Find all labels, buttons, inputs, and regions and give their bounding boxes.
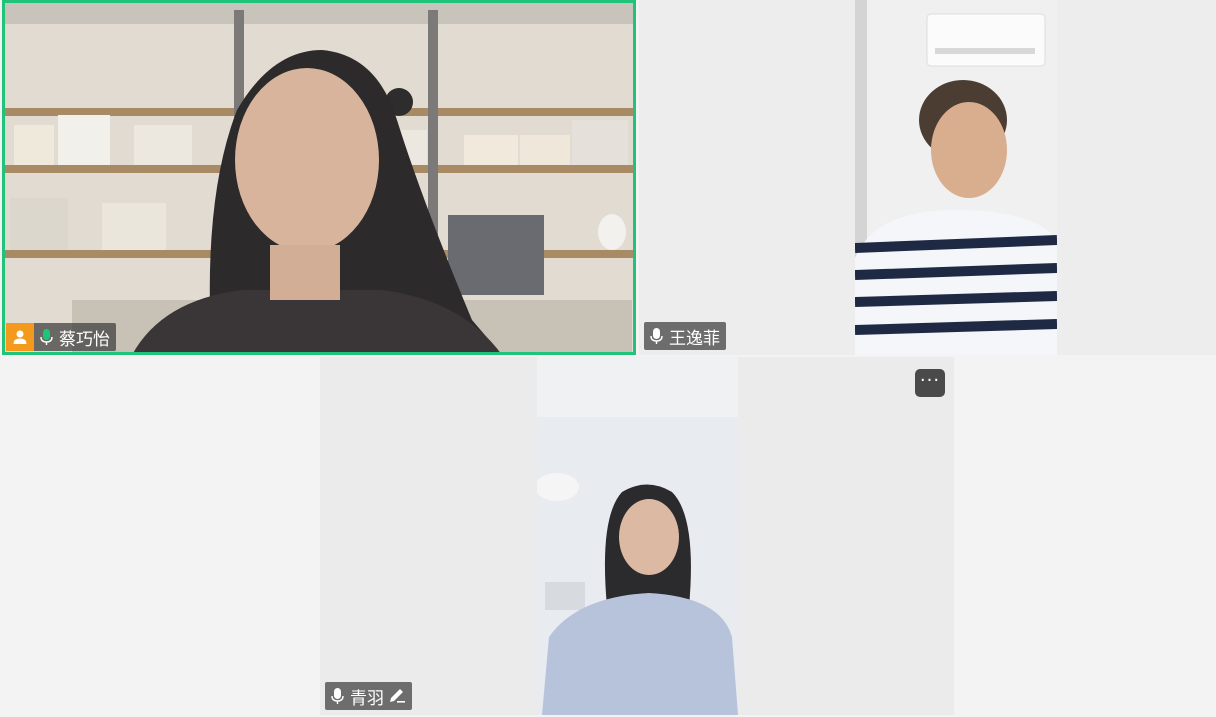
video-tile-participant-1[interactable]: 蔡巧怡	[2, 0, 636, 355]
participant-name: 蔡巧怡	[59, 329, 110, 350]
video-tile-participant-2[interactable]: 王逸菲	[639, 0, 1216, 355]
mic-icon	[650, 328, 663, 344]
video-feed-participant-2	[855, 0, 1057, 355]
participant-name-tag: 王逸菲	[644, 322, 726, 350]
more-icon: ···	[919, 370, 941, 391]
mic-icon	[331, 688, 344, 704]
video-feed-participant-3	[537, 357, 738, 715]
video-tile-participant-3[interactable]: 青羽	[320, 357, 954, 715]
participant-name: 青羽	[350, 688, 384, 709]
participant-name-tag: 青羽	[325, 682, 412, 710]
video-feed-participant-1	[2, 0, 636, 355]
edit-icon[interactable]	[388, 688, 406, 704]
more-options-button[interactable]: ···	[915, 369, 945, 397]
user-avatar-icon	[6, 323, 34, 351]
mic-icon	[40, 329, 53, 345]
participant-name-tag: 蔡巧怡	[6, 323, 116, 351]
participant-name: 王逸菲	[669, 328, 720, 349]
